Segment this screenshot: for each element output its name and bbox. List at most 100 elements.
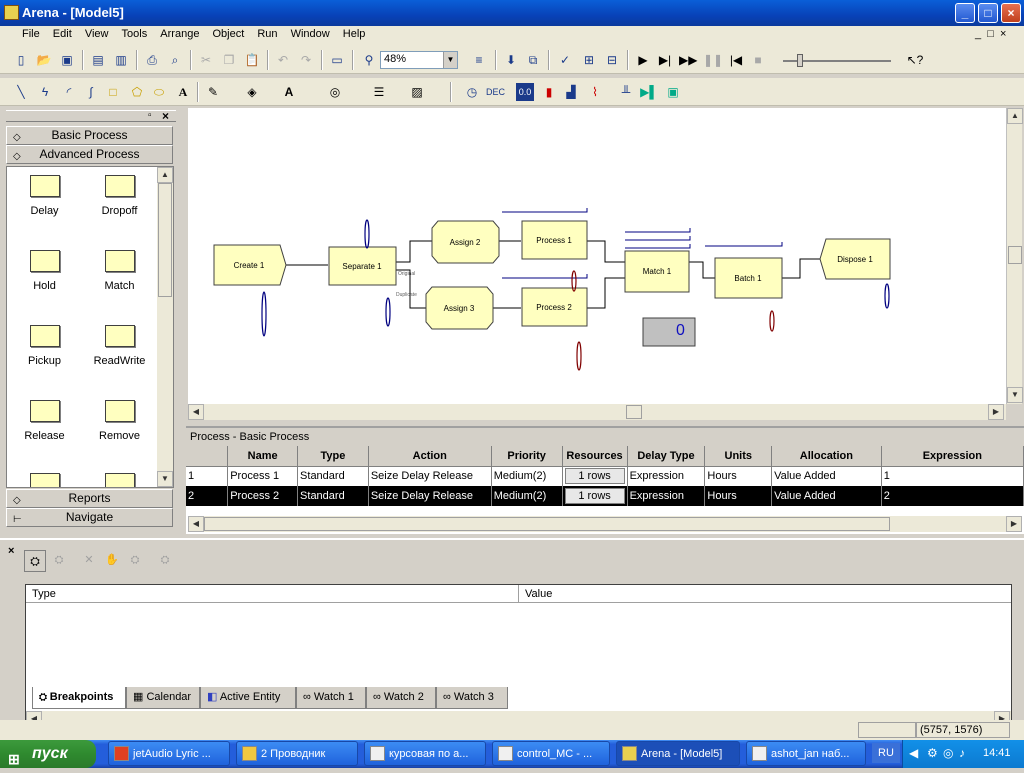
model-canvas[interactable]: Create 1 Separate 1 Assign 2 Assign 3 Pr… (188, 108, 1006, 404)
expression-cell[interactable]: 2 (881, 486, 1024, 506)
variable-icon[interactable]: 0.0 (516, 83, 534, 101)
arc-icon[interactable]: ◜ (60, 83, 78, 101)
resources-cell[interactable]: 1 rows (562, 486, 628, 506)
zoom-icon[interactable]: ⚲ (360, 51, 378, 69)
priority-cell[interactable]: Medium(2) (491, 486, 563, 506)
type-column-header[interactable]: Type (26, 585, 519, 603)
column-header[interactable]: Resources (562, 446, 628, 467)
row-number[interactable]: 2 (186, 486, 229, 506)
mdi-controls[interactable]: _ □ × (975, 28, 1006, 40)
resources-rows-button[interactable]: 1 rows (564, 468, 625, 485)
row-number[interactable]: 1 (186, 466, 229, 486)
delay-type-cell[interactable]: Expression (627, 486, 706, 506)
resource-icon[interactable]: ▶▌ (640, 83, 658, 101)
module-hold[interactable]: Hold (7, 250, 82, 292)
scroll-down-icon[interactable]: ▼ (1007, 387, 1023, 403)
priority-cell[interactable]: Medium(2) (491, 466, 563, 486)
check-model-icon[interactable]: ✓ (556, 51, 574, 69)
module-remove[interactable]: Remove (82, 400, 157, 442)
plot-icon[interactable]: ⌇ (586, 83, 604, 101)
column-header[interactable]: Type (297, 446, 369, 467)
menu-run[interactable]: Run (252, 26, 282, 42)
stop-icon[interactable]: ■ (749, 51, 767, 69)
ellipse-icon[interactable]: ⬭ (150, 83, 168, 101)
column-header[interactable]: Priority (491, 446, 563, 467)
tab-calendar[interactable]: ▦ Calendar (126, 687, 200, 709)
chevron-down-icon[interactable]: ▼ (443, 52, 457, 68)
column-header[interactable]: Units (704, 446, 773, 467)
menu-arrange[interactable]: Arrange (155, 26, 204, 42)
delay-type-cell[interactable]: Expression (627, 466, 706, 486)
taskbar-item-jetaudio[interactable]: jetAudio Lyric ... (108, 741, 230, 766)
value-column-header[interactable]: Value (519, 585, 1011, 603)
named-view-icon[interactable]: ⊟ (603, 51, 621, 69)
cut-icon[interactable]: ✂ (197, 51, 215, 69)
menu-edit[interactable]: Edit (48, 26, 77, 42)
slider-thumb[interactable] (797, 54, 803, 67)
open-icon[interactable]: 📂 (35, 51, 53, 69)
close-button[interactable]: × (1001, 3, 1021, 23)
tray-app-icon[interactable]: ⚙ (927, 746, 938, 760)
minimize-button[interactable]: _ (955, 3, 975, 23)
panel-reports[interactable]: ◇ Reports (6, 489, 173, 508)
clock-icon[interactable]: ◷ (463, 83, 481, 101)
copy-icon[interactable]: ❐ (220, 51, 238, 69)
box-icon[interactable]: □ (104, 83, 122, 101)
column-header[interactable]: Delay Type (627, 446, 706, 467)
fill-pattern-icon[interactable]: ▨ (408, 83, 426, 101)
allocation-cell[interactable]: Value Added (771, 486, 882, 506)
action-cell[interactable]: Seize Delay Release (368, 486, 492, 506)
template-attach-icon[interactable]: ▤ (89, 51, 107, 69)
units-cell[interactable]: Hours (704, 466, 773, 486)
tray-volume-icon[interactable]: ♪ (959, 746, 965, 760)
type-cell[interactable]: Standard (297, 466, 369, 486)
zoom-select[interactable]: 48% ▼ (380, 51, 458, 69)
tray-network-icon[interactable]: ◎ (943, 746, 953, 760)
canvas-vscrollbar[interactable]: ▲ ▼ (1006, 108, 1023, 404)
global-picture-icon[interactable]: ▣ (664, 83, 682, 101)
connect-icon[interactable]: ⬇ (502, 51, 520, 69)
text-color-icon[interactable]: A (280, 83, 298, 101)
canvas-hscrollbar[interactable]: ◀ ▶ (188, 404, 1006, 420)
scroll-right-icon[interactable]: ▶ (1006, 516, 1022, 532)
spreadsheet-hscrollbar[interactable]: ◀ ▶ (188, 516, 1022, 532)
breakpoint-add-icon[interactable]: ⛭ (24, 550, 46, 572)
scroll-left-icon[interactable]: ◀ (188, 516, 204, 532)
delete-icon[interactable]: ✕ (78, 550, 100, 572)
tab-watch-3[interactable]: ∞ Watch 3 (436, 687, 508, 709)
maximize-button[interactable]: □ (978, 3, 998, 23)
column-header[interactable]: Action (368, 446, 492, 467)
station-icon[interactable]: ⧉ (524, 51, 542, 69)
tab-active-entity[interactable]: ◧ Active Entity (200, 687, 296, 709)
project-bar-pin-icon[interactable]: ▫ (148, 110, 152, 121)
name-cell[interactable]: Process 2 (227, 486, 299, 506)
new-icon[interactable]: ▯ (12, 51, 30, 69)
menu-tools[interactable]: Tools (117, 26, 153, 42)
allocation-cell[interactable]: Value Added (771, 466, 882, 486)
line-width-icon[interactable]: ☰ (370, 83, 388, 101)
module-release[interactable]: Release (7, 400, 82, 442)
whats-this-help-icon[interactable]: ↖? (906, 51, 924, 69)
tab-breakpoints[interactable]: ⛭ Breakpoints (32, 687, 126, 709)
undo-icon[interactable]: ↶ (274, 51, 292, 69)
menu-object[interactable]: Object (208, 26, 250, 42)
scroll-thumb[interactable] (204, 517, 890, 531)
split-screen-icon[interactable]: ≡ (470, 51, 488, 69)
scroll-up-icon[interactable]: ▲ (157, 167, 173, 183)
menu-file[interactable]: File (0, 26, 45, 42)
table-row-selected[interactable]: 2 Process 2 Standard Seize Delay Release… (186, 486, 1024, 506)
level-icon[interactable]: ▮ (540, 83, 558, 101)
start-over-icon[interactable]: |◀ (727, 51, 745, 69)
column-header[interactable]: Expression (881, 446, 1024, 467)
submodel-icon[interactable]: ⊞ (580, 51, 598, 69)
bezier-icon[interactable]: ∫ (82, 83, 100, 101)
tray-arrow-icon[interactable]: ◀ (909, 746, 918, 760)
menu-help[interactable]: Help (338, 26, 371, 42)
taskbar-item-kursovaya[interactable]: курсовая по а... (364, 741, 486, 766)
fill-color-icon[interactable]: ◈ (243, 83, 261, 101)
scroll-up-icon[interactable]: ▲ (1007, 108, 1023, 124)
template-detach-icon[interactable]: ▥ (112, 51, 130, 69)
save-icon[interactable]: ▣ (58, 51, 76, 69)
table-row[interactable]: 1 Process 1 Standard Seize Delay Release… (186, 466, 1024, 486)
taskbar-item-control-mc[interactable]: control_MC - ... (492, 741, 610, 766)
